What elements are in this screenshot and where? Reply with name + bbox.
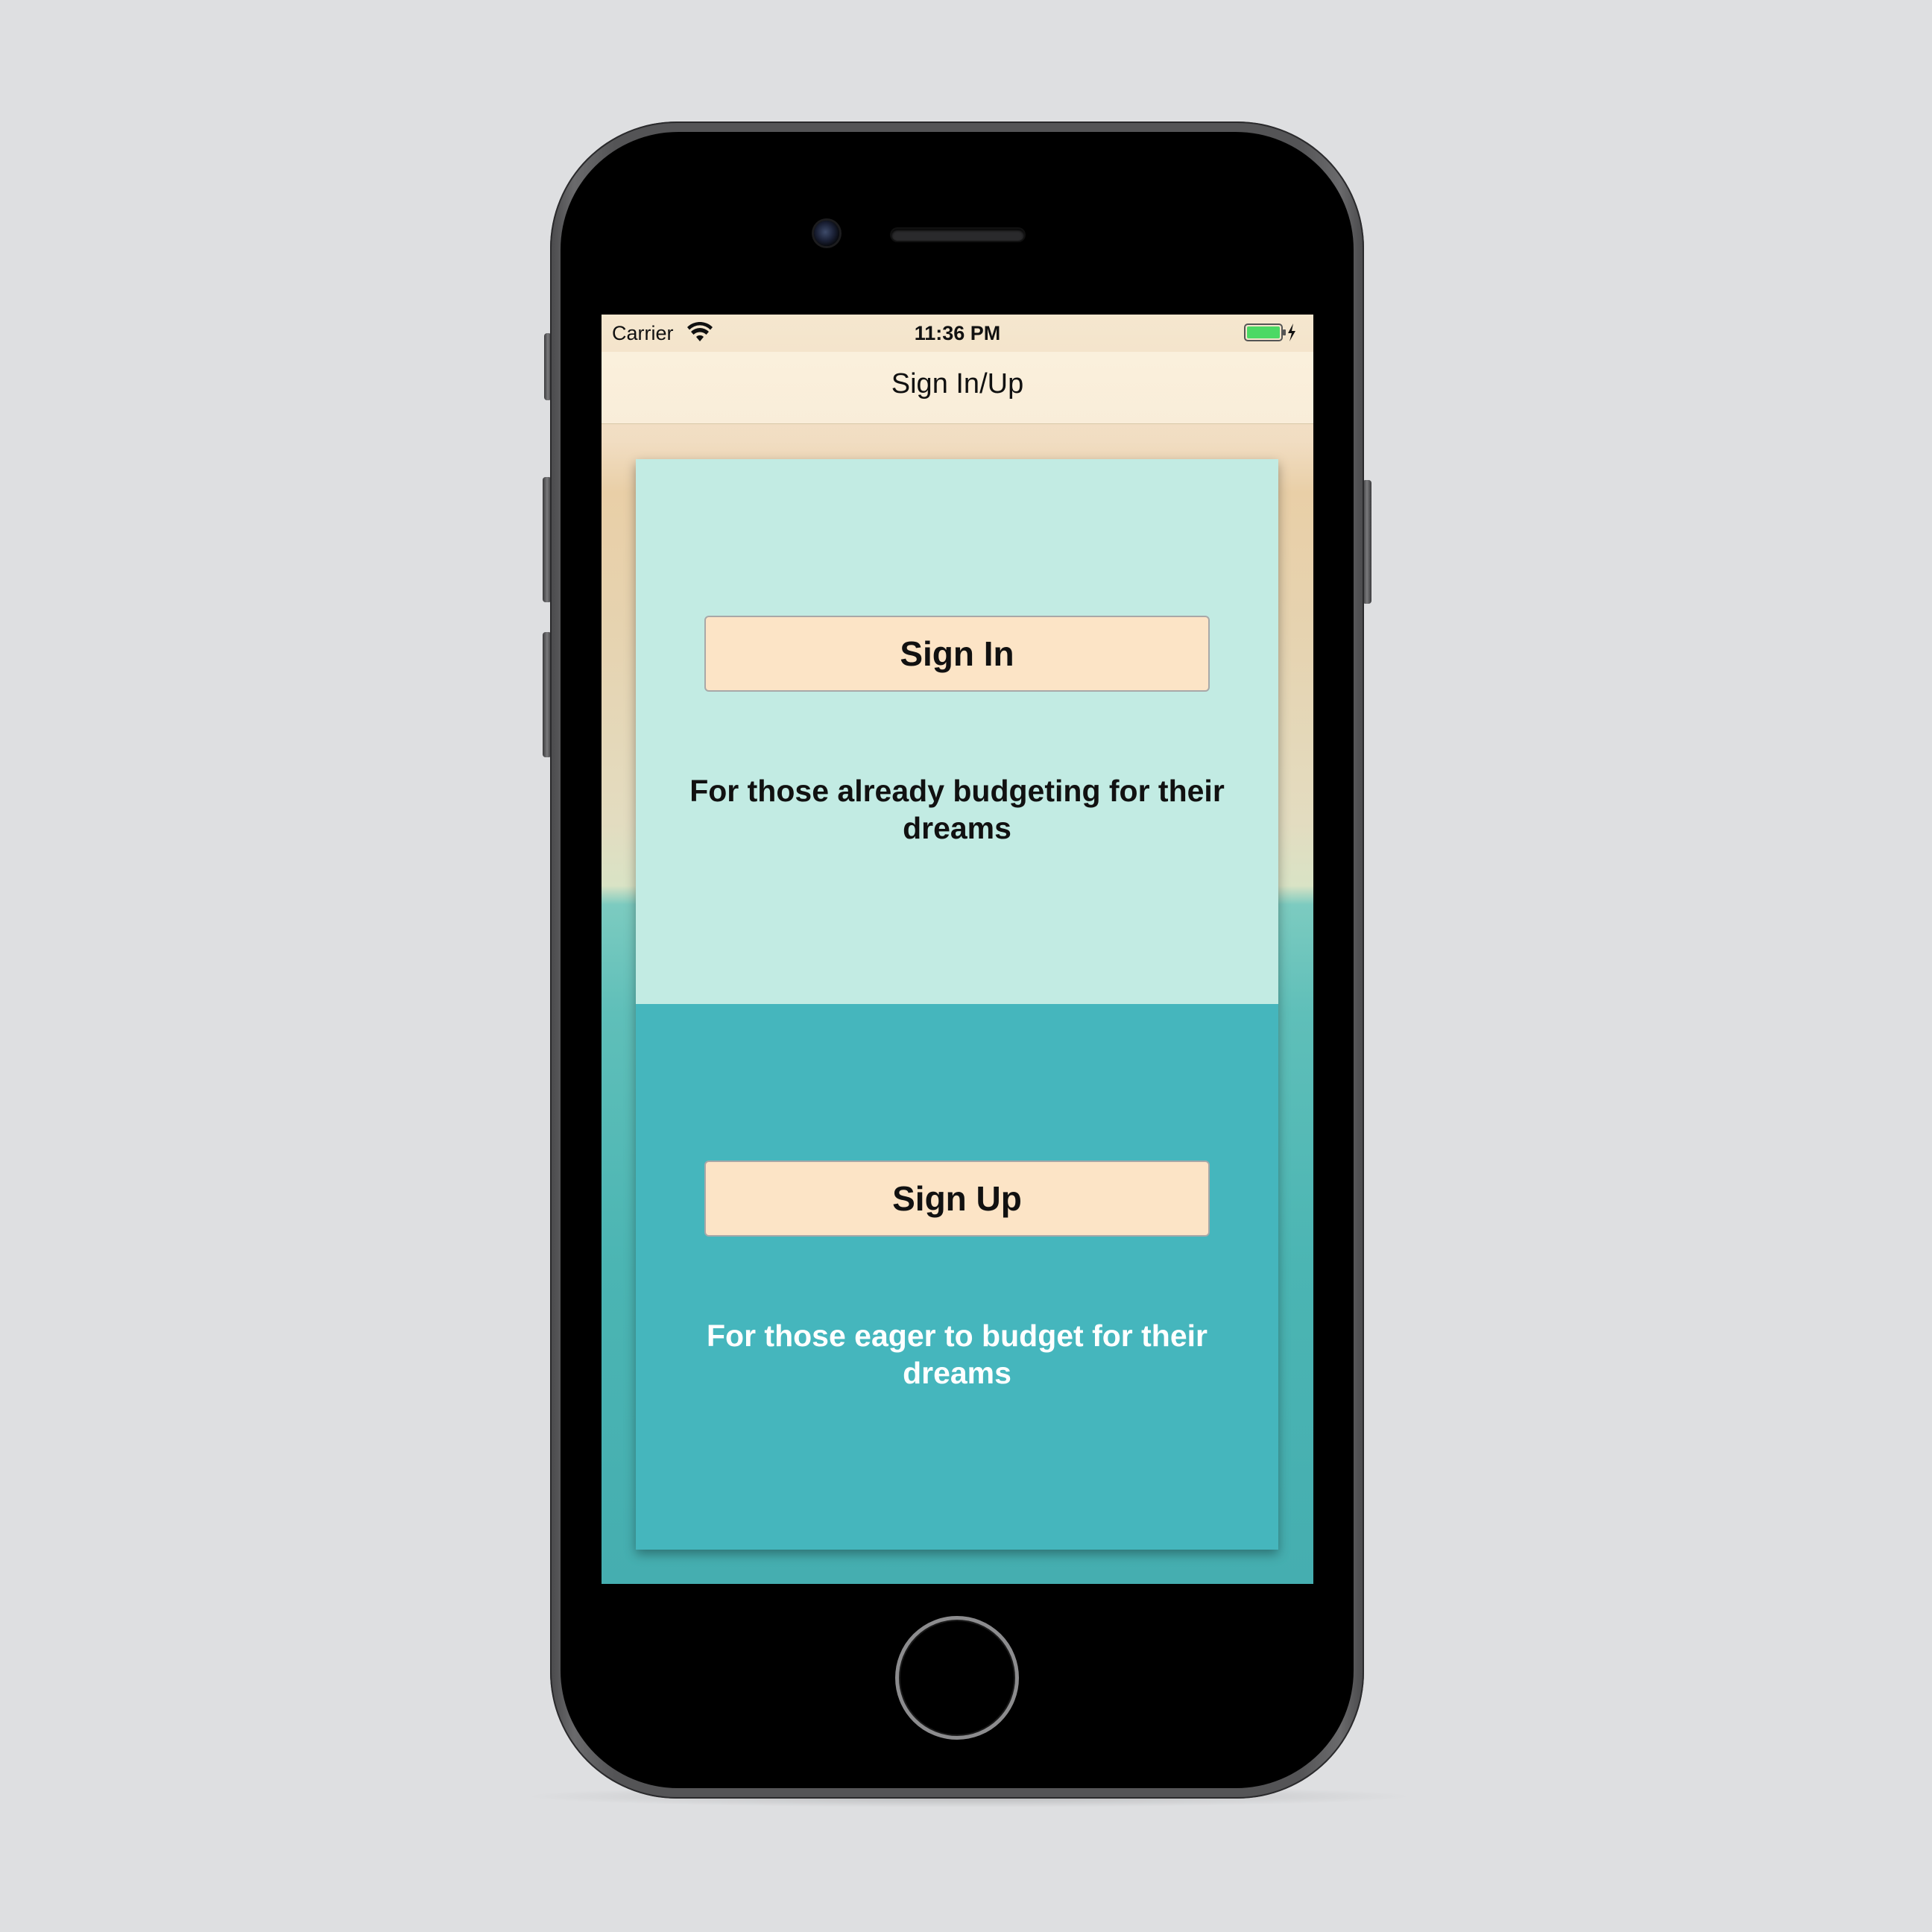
sign-up-button[interactable]: Sign Up [704, 1161, 1210, 1237]
sign-in-panel: Sign In For those already budgeting for … [636, 459, 1278, 1004]
status-bar: Carrier 11:36 PM [602, 315, 1313, 352]
front-camera [814, 221, 839, 246]
navigation-bar: Sign In/Up [602, 352, 1313, 424]
sign-up-panel: Sign Up For those eager to budget for th… [636, 1004, 1278, 1550]
auth-card: Sign In For those already budgeting for … [636, 459, 1278, 1550]
status-time: 11:36 PM [914, 322, 1001, 344]
earpiece-speaker [891, 229, 1024, 241]
device-mockup-stage: Carrier 11:36 PM Sign In/Up Sign In For … [0, 0, 1932, 1932]
sign-in-caption: For those already budgeting for their dr… [689, 774, 1225, 845]
battery-charging-icon [1244, 323, 1295, 341]
sign-in-button[interactable]: Sign In [704, 616, 1210, 692]
app-screen: Carrier 11:36 PM Sign In/Up Sign In For … [602, 315, 1313, 1584]
page-title: Sign In/Up [891, 368, 1024, 400]
sign-up-caption: For those eager to budget for their drea… [707, 1319, 1208, 1390]
home-button[interactable] [895, 1616, 1019, 1740]
